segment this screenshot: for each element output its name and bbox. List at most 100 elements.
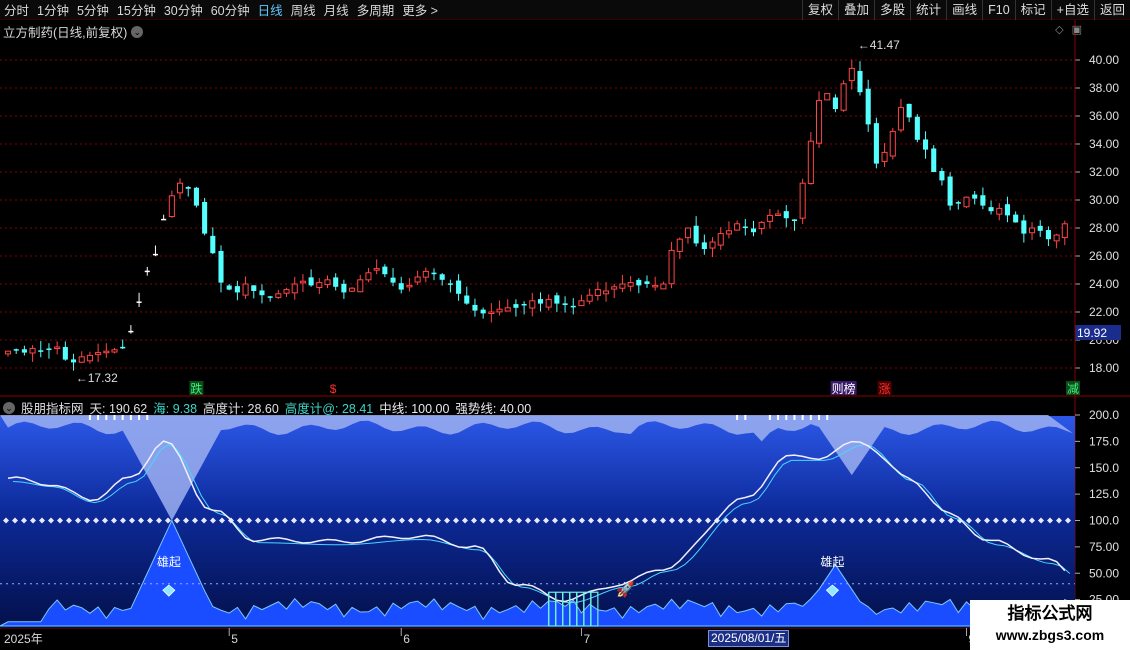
candle-body: [931, 148, 937, 172]
candle-body: [422, 270, 429, 278]
panel-toggle-icon[interactable]: ▣: [1072, 23, 1082, 36]
candle-body: [750, 228, 757, 233]
candle-body: [521, 303, 527, 306]
price-axis-label: 24.00: [1089, 277, 1119, 291]
candle-body: [742, 226, 748, 229]
candle-body: [259, 290, 265, 296]
candle-body: [447, 283, 453, 285]
candle-body: [349, 287, 356, 292]
price-axis-label: 40.00: [1089, 53, 1119, 67]
watermark-line1: 指标公式网: [1007, 604, 1093, 623]
top-tick-mark: [768, 415, 771, 420]
indicator-axis-label: 100.0: [1089, 514, 1119, 528]
indicator-axis-label: 125.0: [1089, 487, 1119, 501]
candle-body: [865, 88, 871, 125]
gdj-value: 28.60: [247, 402, 279, 416]
chevron-down-icon[interactable]: ⌄: [3, 401, 15, 414]
high-price-label: ←41.47: [858, 38, 900, 52]
candle-body: [275, 293, 282, 298]
candle-body: [1013, 214, 1019, 223]
candle-body: [341, 283, 347, 293]
candle-body: [299, 280, 306, 284]
diamond-icon[interactable]: ◇: [1055, 23, 1063, 36]
candle-body: [529, 300, 536, 309]
candle-body: [242, 283, 249, 296]
candle-body: [857, 70, 863, 93]
candle-body: [881, 151, 888, 162]
candle-body: [980, 195, 986, 206]
candle-body: [972, 194, 978, 199]
candle-body: [799, 182, 806, 219]
candle-body: [218, 250, 224, 283]
candle-body: [578, 300, 585, 307]
gdj2-value: 28.41: [341, 402, 374, 416]
low-price-label: ←17.32: [76, 371, 118, 385]
candle-body: [95, 352, 102, 356]
current-price-tag: 19.92: [1077, 326, 1107, 340]
candle-body: [324, 279, 331, 286]
candle-body: [619, 283, 626, 289]
candle-body: [488, 311, 495, 314]
event-marker: 跌: [190, 381, 202, 396]
candle-body: [333, 277, 339, 287]
candle-body: [594, 289, 601, 297]
candle-body: [701, 242, 707, 249]
candle-body: [734, 223, 741, 231]
candle-body: [922, 139, 929, 150]
top-tick-mark: [793, 415, 796, 420]
candle-body: [963, 196, 970, 208]
candle-body: [988, 207, 994, 212]
candle-body: [185, 187, 191, 189]
event-marker: 涨: [879, 381, 891, 396]
candle-body: [406, 284, 413, 288]
event-marker: $: [330, 382, 337, 396]
chart-title: 立方制药(日线,前复权): [3, 26, 128, 40]
candle-body: [684, 227, 692, 239]
event-marker: 减: [1067, 382, 1079, 396]
candle-body: [38, 350, 44, 352]
chart-corner-icons: ◇ ▣: [1055, 23, 1082, 36]
candle-body: [775, 213, 782, 216]
candle-body: [636, 279, 642, 286]
candle-body: [210, 235, 216, 254]
candle-body: [70, 359, 77, 363]
candle-body: [103, 350, 110, 354]
candle-body: [1061, 223, 1068, 239]
candle-body: [840, 83, 847, 111]
price-axis-label: 30.00: [1089, 193, 1119, 207]
candle-body: [815, 100, 823, 144]
candle-body: [627, 282, 634, 287]
strong-value: 40.00: [499, 402, 532, 416]
top-tick-mark: [801, 415, 804, 420]
candle-body: [570, 305, 576, 308]
candle-body: [398, 283, 404, 290]
gdj2-label: 高度计@:: [284, 402, 339, 416]
candle-body: [725, 230, 732, 235]
kline-chart[interactable]: 40.00 38.00 36.00 34.00 32.00 30.00 28.00 26.00…: [0, 0, 1130, 650]
rise-label: 雄起: [157, 554, 181, 569]
rocket-icon: 🚀: [616, 580, 635, 598]
candle-body: [1053, 234, 1060, 242]
top-tick-mark: [809, 415, 812, 420]
hai-label: 海:: [153, 402, 170, 416]
candle-body: [496, 308, 503, 313]
candle-body: [848, 67, 855, 82]
candle-body: [46, 348, 52, 350]
price-axis-label: 32.00: [1089, 165, 1119, 179]
candle-body: [226, 285, 232, 290]
candle-body: [668, 249, 675, 285]
candle-body: [78, 356, 85, 363]
price-axis-label: 22.00: [1089, 305, 1119, 319]
candle-body: [644, 281, 650, 284]
candle-body: [660, 283, 667, 290]
price-axis-label: 18.00: [1089, 361, 1119, 375]
candle-body: [693, 225, 699, 244]
chevron-down-icon[interactable]: ⌄: [131, 25, 144, 38]
candle-body: [709, 241, 716, 249]
candle-body: [766, 214, 773, 222]
candle-body: [906, 103, 912, 118]
candle-body: [464, 295, 470, 304]
candle-body: [202, 201, 208, 234]
candle-body: [86, 354, 93, 362]
indicator-name[interactable]: 股朋指标网: [21, 398, 84, 417]
